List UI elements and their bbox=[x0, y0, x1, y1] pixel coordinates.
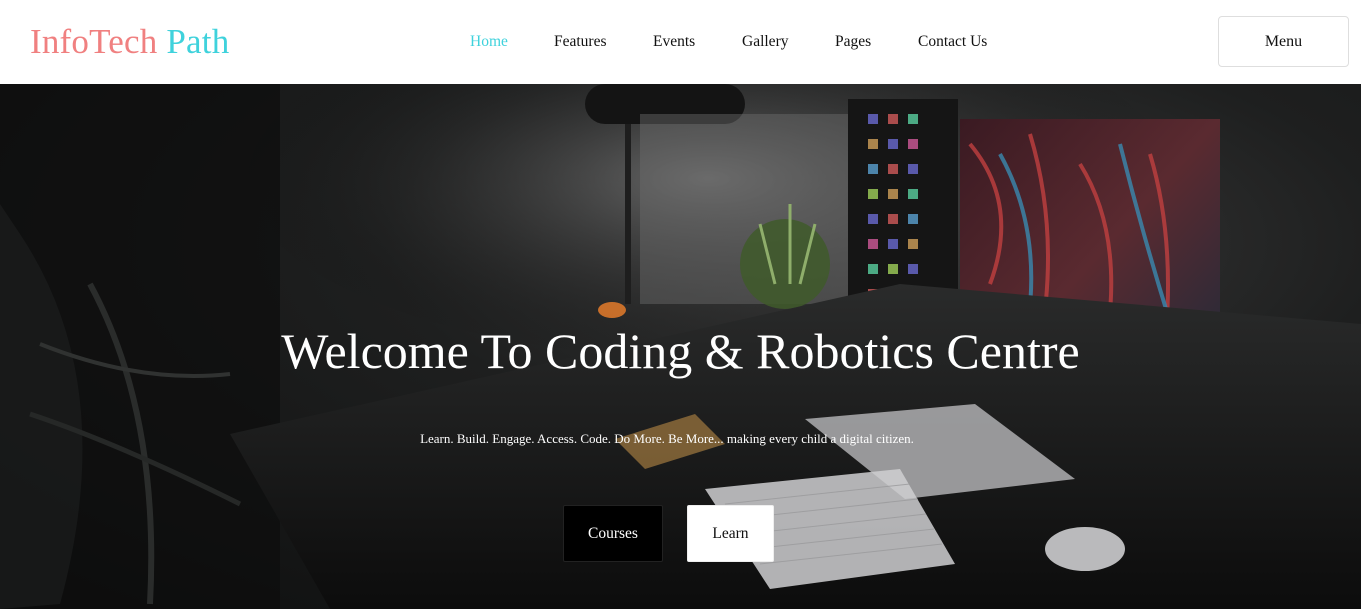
nav-item-gallery[interactable]: Gallery bbox=[742, 32, 788, 52]
nav-item-contact-us[interactable]: Contact Us bbox=[918, 32, 987, 52]
nav-item-events[interactable]: Events bbox=[653, 32, 695, 52]
learn-button[interactable]: Learn bbox=[687, 505, 774, 562]
hero-title: Welcome To Coding & Robotics Centre bbox=[281, 323, 1080, 379]
menu-button[interactable]: Menu bbox=[1218, 16, 1349, 67]
nav-item-features[interactable]: Features bbox=[554, 32, 607, 52]
site-logo[interactable]: InfoTech Path bbox=[30, 20, 229, 64]
hero-section: Welcome To Coding & Robotics Centre Lear… bbox=[0, 84, 1361, 609]
courses-button[interactable]: Courses bbox=[563, 505, 663, 562]
logo-text-path: Path bbox=[166, 22, 230, 61]
nav-item-pages[interactable]: Pages bbox=[835, 32, 871, 52]
site-header: InfoTech Path Home Features Events Galle… bbox=[0, 0, 1361, 84]
nav-item-home[interactable]: Home bbox=[470, 32, 508, 52]
hero-subtitle: Learn. Build. Engage. Access. Code. Do M… bbox=[420, 431, 914, 446]
logo-text-infotech: InfoTech bbox=[30, 22, 158, 61]
